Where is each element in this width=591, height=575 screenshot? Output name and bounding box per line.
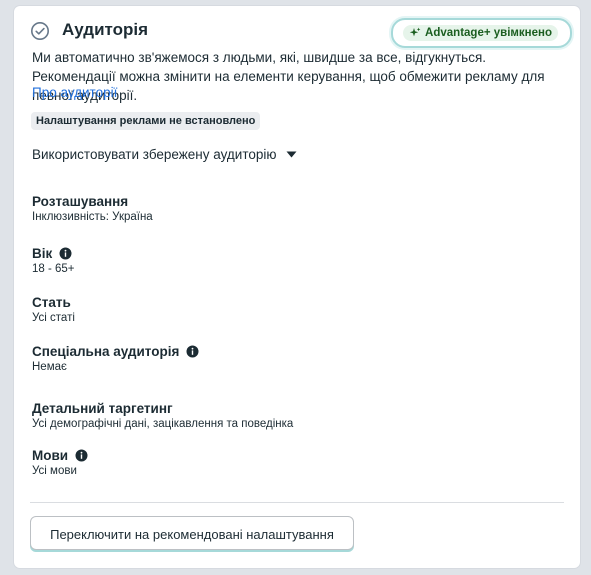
- use-saved-audience-label: Використовувати збережену аудиторію: [32, 147, 277, 162]
- check-circle-icon: [31, 22, 49, 40]
- ad-settings-status-badge: Налаштування реклами не встановлено: [31, 112, 261, 130]
- sparkle-icon: [409, 27, 421, 37]
- advantage-plus-badge[interactable]: Advantage+ увімкнено: [391, 18, 572, 48]
- caret-down-icon: [286, 151, 297, 158]
- location-value: Інклюзивність: Україна: [32, 211, 153, 223]
- special-audience-value: Немає: [32, 361, 67, 373]
- languages-section[interactable]: Мови Усі мови: [32, 446, 88, 477]
- info-icon[interactable]: [186, 345, 199, 358]
- gender-value: Усі статі: [32, 312, 75, 324]
- about-audiences-link[interactable]: Про аудиторії: [32, 85, 117, 100]
- divider: [30, 502, 564, 503]
- info-icon[interactable]: [59, 247, 72, 260]
- languages-title: Мови: [32, 447, 69, 463]
- advantage-plus-label: Advantage+ увімкнено: [425, 27, 552, 39]
- gender-title: Стать: [32, 294, 71, 310]
- age-section[interactable]: Вік 18 - 65+: [32, 244, 75, 276]
- special-audience-section[interactable]: Спеціальна аудиторія Немає: [32, 342, 199, 373]
- info-icon[interactable]: [75, 449, 88, 462]
- use-saved-audience-dropdown[interactable]: Використовувати збережену аудиторію: [32, 147, 297, 162]
- audience-card: Аудиторія Advantage+ увімкнено Ми автома…: [14, 6, 580, 568]
- detailed-targeting-title: Детальний таргетинг: [32, 400, 173, 416]
- age-value: 18 - 65+: [32, 263, 75, 275]
- section-title-audience: Аудиторія: [62, 20, 149, 39]
- location-section[interactable]: Розташування Інклюзивність: Україна: [32, 192, 153, 224]
- age-title: Вік: [32, 245, 53, 261]
- languages-value: Усі мови: [32, 465, 77, 477]
- detailed-targeting-section[interactable]: Детальний таргетинг Усі демографічні дан…: [32, 399, 294, 431]
- detailed-targeting-value: Усі демографічні дані, зацікавлення та п…: [32, 418, 294, 430]
- switch-to-recommended-button[interactable]: Переключити на рекомендовані налаштуванн…: [30, 516, 354, 550]
- special-audience-title: Спеціальна аудиторія: [32, 343, 180, 359]
- audience-header: Аудиторія Advantage+ увімкнено: [30, 18, 572, 48]
- location-title: Розташування: [32, 193, 129, 209]
- gender-section[interactable]: Стать Усі статі: [32, 293, 75, 325]
- advantage-plus-badge-inner: Advantage+ увімкнено: [403, 25, 558, 41]
